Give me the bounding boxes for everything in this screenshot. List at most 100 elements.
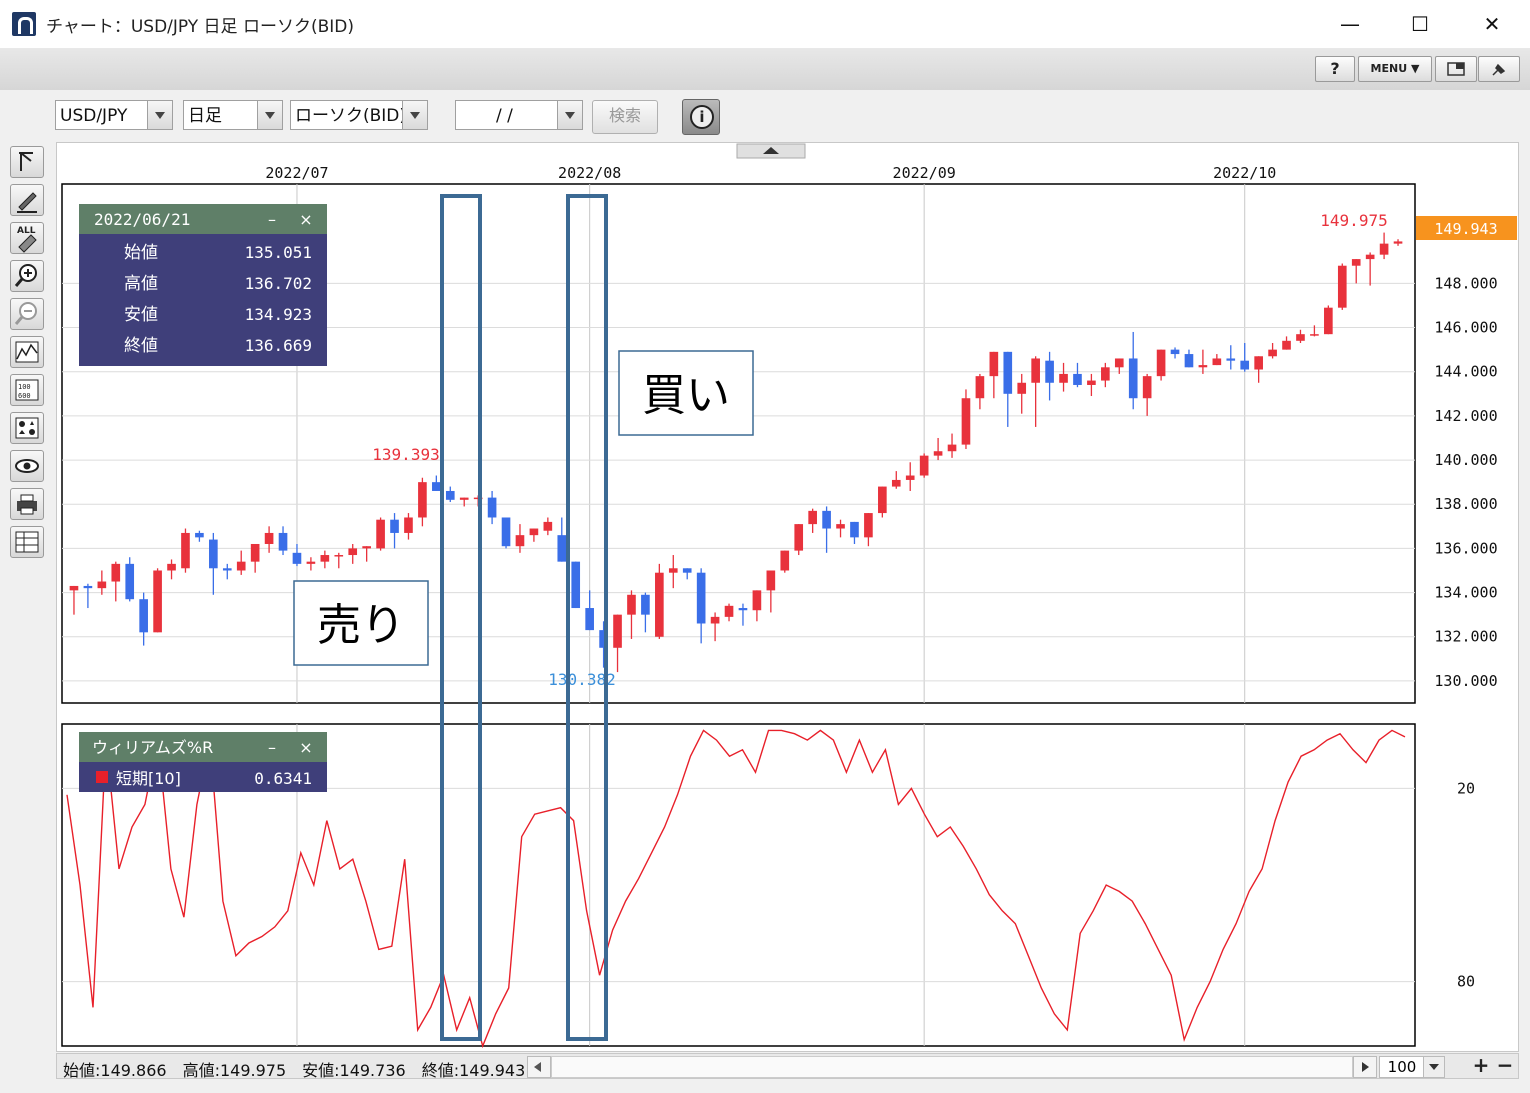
zoom-in-small-button[interactable]: + (1471, 1055, 1491, 1076)
y-tick-label: 142.000 (1434, 407, 1497, 425)
candle-body (1337, 265, 1347, 308)
info-panel-minimize[interactable]: – (268, 210, 276, 229)
candle-body (766, 570, 776, 591)
candle-body (975, 376, 985, 399)
x-axis-labels: 2022/07 2022/08 2022/09 2022/10 (265, 164, 1276, 182)
candle-body (487, 497, 497, 518)
candle-body (264, 532, 274, 544)
candle-body (1073, 373, 1082, 385)
candle-body (822, 510, 831, 529)
candle-body (682, 568, 692, 573)
candle-body (404, 517, 413, 533)
candle-body (1142, 376, 1152, 399)
info-panel-close[interactable]: × (299, 210, 312, 229)
candle-body (864, 513, 873, 538)
candle-body (919, 455, 929, 476)
sell-annotation-text: 売り (317, 600, 405, 651)
candle-body (613, 614, 622, 648)
status-bar: 始値:149.866 高値:149.975 安値:149.736 終値:149.943… (56, 1053, 1519, 1081)
candle-body (710, 616, 720, 624)
candle-body (947, 444, 957, 452)
candle-body (1282, 340, 1291, 350)
candle-body (1031, 358, 1040, 383)
high-value: 136.702 (245, 274, 312, 293)
candle-body (571, 561, 581, 609)
candle-body (334, 555, 344, 557)
candle-body (1184, 354, 1194, 368)
y-tick-label: 136.000 (1434, 539, 1497, 557)
high-label: 高値 (124, 274, 158, 294)
candle-body (655, 572, 664, 637)
zoom-out-small-button[interactable]: − (1495, 1055, 1515, 1076)
y-tick-label: 134.000 (1434, 584, 1497, 602)
candle-body (376, 519, 385, 549)
indicator-series-value: 0.6341 (254, 769, 312, 788)
candle-body (250, 543, 260, 562)
series-color-swatch (96, 771, 108, 783)
candle-body (1101, 367, 1110, 381)
y-tick-label: 148.000 (1434, 274, 1497, 292)
horizontal-scrollbar[interactable] (551, 1056, 1353, 1078)
y-tick-label: 138.000 (1434, 495, 1497, 513)
scroll-right-button[interactable] (1353, 1056, 1377, 1078)
candle-body (181, 532, 190, 569)
candle-body (1045, 360, 1054, 383)
candle-body (891, 479, 901, 487)
candle-body (362, 546, 371, 549)
indicator-minimize[interactable]: – (268, 738, 276, 757)
candle-body (209, 539, 218, 569)
candle-body (808, 510, 817, 525)
candle-body (989, 351, 999, 377)
candle-body (1379, 243, 1389, 255)
open-value: 135.051 (245, 243, 312, 262)
y-tick-label: 130.000 (1434, 672, 1497, 690)
candle-body (278, 532, 288, 551)
candle-body (139, 599, 148, 633)
indicator-legend-panel[interactable]: ウィリアムズ%R – × 短期[10] 0.6341 (79, 732, 327, 792)
candle-body (195, 532, 204, 538)
candle-body (97, 581, 107, 589)
indicator-close[interactable]: × (299, 738, 312, 757)
indicator-series-name: 短期[10] (116, 769, 181, 788)
candle-body (1324, 307, 1333, 335)
candle-body (153, 570, 162, 633)
candle-body (83, 585, 93, 589)
candle-body (1296, 334, 1305, 341)
candle-body (1212, 358, 1222, 366)
candle-body (557, 535, 567, 562)
chart-svg: 2022/07 2022/08 2022/09 2022/10 130.000 132.… (61, 143, 1517, 1049)
y-tick-label: 132.000 (1434, 628, 1497, 646)
status-open: 始値:149.866 (63, 1061, 167, 1080)
candle-body (125, 563, 135, 600)
zoom-level-value[interactable]: 100 (1379, 1056, 1425, 1078)
ohlc-info-panel[interactable]: 2022/06/21 – × 始値 135.051 高値 136.702 安値 … (79, 204, 327, 366)
candle-body (1156, 349, 1166, 377)
ohlc-status: 始値:149.866 高値:149.975 安値:149.736 終値:149.943 (63, 1057, 541, 1081)
high-price-label: 149.975 (1320, 211, 1387, 230)
candle-body (445, 490, 455, 500)
status-close: 終値:149.943 (421, 1061, 526, 1080)
candle-body (752, 590, 762, 611)
candle-body (390, 519, 399, 533)
x-tick-label: 2022/09 (893, 164, 956, 182)
candle-body (1017, 382, 1027, 394)
info-panel-date: 2022/06/21 (94, 210, 190, 229)
candle-body (515, 535, 525, 547)
candle-body (432, 482, 441, 491)
candle-body (585, 608, 594, 631)
zoom-dropdown[interactable] (1423, 1056, 1445, 1078)
candle-body (320, 555, 330, 562)
williams-y-label: 80 (1457, 973, 1475, 991)
candle-body (1226, 358, 1236, 361)
candle-body (1114, 358, 1124, 368)
williams-y-label: 20 (1457, 779, 1475, 797)
candle-body (836, 524, 845, 529)
candle-body (850, 521, 859, 538)
candle-body (1365, 254, 1375, 260)
candle-body (69, 585, 79, 591)
y-tick-label: 140.000 (1434, 451, 1497, 469)
x-tick-label: 2022/08 (558, 164, 621, 182)
candle-body (668, 568, 678, 573)
scroll-left-button[interactable] (527, 1056, 551, 1078)
status-high: 高値:149.975 (182, 1061, 287, 1080)
